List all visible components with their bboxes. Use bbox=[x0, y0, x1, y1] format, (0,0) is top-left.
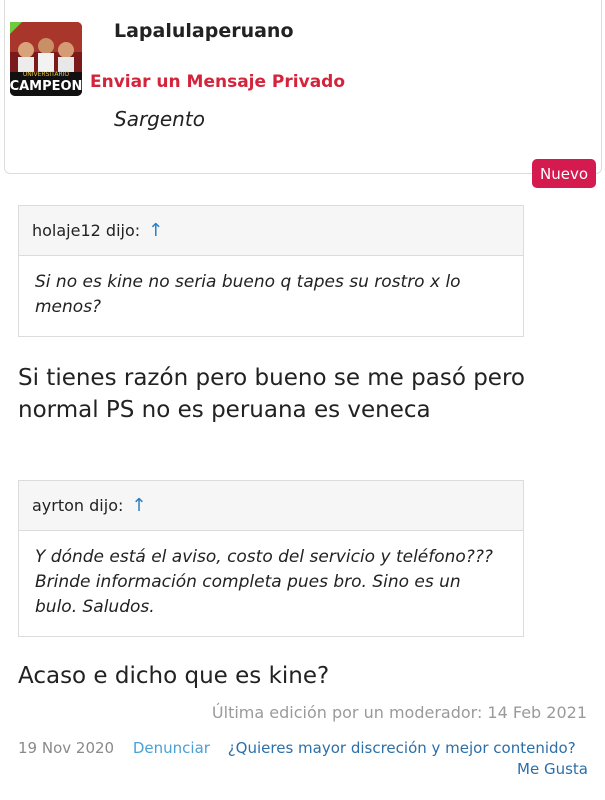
new-badge: Nuevo bbox=[532, 159, 596, 188]
quote-header: holaje12 dijo: ↑ bbox=[19, 206, 523, 256]
quote-author: holaje12 dijo: bbox=[32, 221, 141, 240]
quote-header: ayrton dijo: ↑ bbox=[19, 481, 523, 531]
arrow-up-icon[interactable]: ↑ bbox=[131, 495, 146, 516]
quote-text: Y dónde está el aviso, costo del servici… bbox=[35, 547, 493, 617]
username[interactable]: Lapalulaperuano bbox=[114, 20, 294, 42]
post-date[interactable]: 19 Nov 2020 bbox=[18, 739, 114, 757]
reply-text: Acaso e dicho que es kine? bbox=[18, 663, 330, 689]
promo-link[interactable]: ¿Quieres mayor discreción y mejor conten… bbox=[228, 739, 576, 757]
like-button[interactable]: Me Gusta bbox=[517, 760, 588, 778]
quote-block: ayrton dijo: ↑ Y dónde está el aviso, co… bbox=[18, 480, 524, 637]
quote-block: holaje12 dijo: ↑ Si no es kine no seria … bbox=[18, 205, 524, 337]
report-link[interactable]: Denunciar bbox=[133, 739, 210, 757]
post-footer: 19 Nov 2020 Denunciar ¿Quieres mayor dis… bbox=[18, 739, 576, 757]
user-rank: Sargento bbox=[114, 107, 205, 131]
private-message-link[interactable]: Enviar un Mensaje Privado bbox=[90, 72, 345, 92]
quote-text: Si no es kine no seria bueno q tapes su … bbox=[35, 272, 461, 317]
avatar-subtext: UNIVERSITARIO bbox=[23, 71, 70, 78]
quote-author: ayrton dijo: bbox=[32, 496, 124, 515]
avatar-text: CAMPEON bbox=[10, 79, 82, 94]
reply-text: Si tienes razón pero bueno se me pasó pe… bbox=[18, 365, 525, 423]
online-indicator bbox=[10, 22, 22, 34]
edit-note: Última edición por un moderador: 14 Feb … bbox=[211, 703, 587, 722]
arrow-up-icon[interactable]: ↑ bbox=[148, 220, 163, 241]
